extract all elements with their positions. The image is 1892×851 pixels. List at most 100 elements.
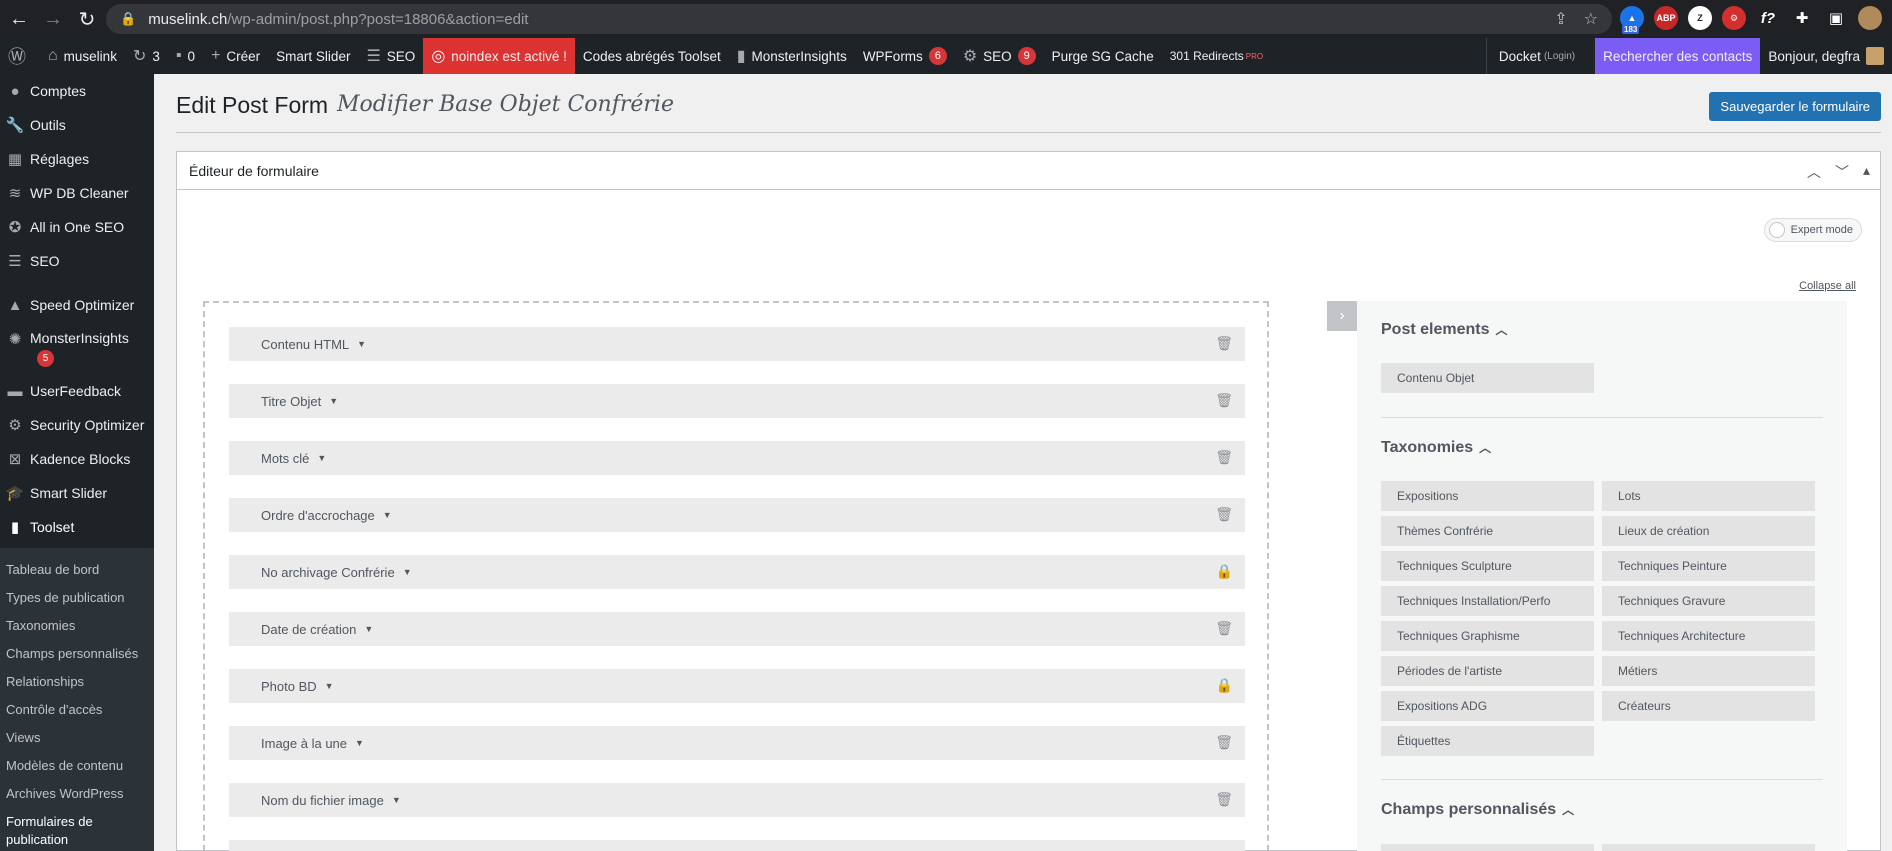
- menu-userfeedback[interactable]: ▬ UserFeedback: [0, 374, 154, 408]
- taxonomy-chip[interactable]: Thèmes Confrérie: [1381, 516, 1594, 546]
- form-field[interactable]: No archivage Confrérie ▼ 🔒: [229, 555, 1245, 589]
- menu-outils[interactable]: 🔧 Outils: [0, 108, 154, 142]
- trash-icon[interactable]: 🗑: [1215, 392, 1233, 409]
- menu-comptes[interactable]: ● Comptes: [0, 74, 154, 108]
- share-icon[interactable]: ⇪: [1554, 9, 1567, 29]
- taxonomy-chip[interactable]: Étiquettes: [1381, 726, 1594, 756]
- caret-down-icon[interactable]: ▼: [329, 396, 338, 406]
- seo-link[interactable]: ☰ SEO: [358, 38, 423, 74]
- form-field[interactable]: Contenu HTML ▼ 🗑: [229, 327, 1245, 361]
- search-contacts-link[interactable]: Rechercher des contacts: [1595, 38, 1761, 74]
- post-element-chip[interactable]: Contenu Objet: [1381, 363, 1594, 393]
- trash-icon[interactable]: 🗑: [1215, 335, 1233, 352]
- back-icon[interactable]: ←: [4, 4, 34, 34]
- taxonomy-chip[interactable]: Techniques Sculpture: [1381, 551, 1594, 581]
- caret-down-icon[interactable]: ▼: [317, 453, 326, 463]
- caret-down-icon[interactable]: ▼: [383, 510, 392, 520]
- caret-down-icon[interactable]: ▼: [392, 795, 401, 805]
- account-menu[interactable]: Bonjour, degfra: [1760, 38, 1892, 74]
- reload-icon[interactable]: ↻: [72, 4, 102, 34]
- taxonomy-chip[interactable]: Techniques Architecture: [1602, 621, 1815, 651]
- comments-link[interactable]: ▪ 0: [168, 38, 203, 74]
- submenu-archives-wordpress[interactable]: Archives WordPress: [0, 780, 154, 808]
- trash-icon[interactable]: 🗑: [1215, 449, 1233, 466]
- trash-icon[interactable]: 🗑: [1215, 620, 1233, 637]
- address-bar[interactable]: 🔒 muselink.ch /wp-admin/post.php?post=18…: [106, 4, 1612, 34]
- menu-aioseo[interactable]: ✪ All in One SEO: [0, 210, 154, 244]
- extensions-puzzle-icon[interactable]: ✚: [1790, 6, 1814, 30]
- form-field[interactable]: Ordre d'accrochage ▼ 🗑: [229, 498, 1245, 532]
- chevron-up-icon[interactable]: ︿: [1479, 441, 1491, 455]
- extension-counter-icon[interactable]: ▲ 183: [1620, 6, 1644, 34]
- submenu-types-de-publication[interactable]: Types de publication: [0, 584, 154, 612]
- custom-field-chip-partial[interactable]: [1381, 844, 1594, 851]
- save-form-button[interactable]: Sauvegarder le formulaire: [1709, 92, 1881, 121]
- forward-icon[interactable]: →: [38, 4, 68, 34]
- extension-fx-icon[interactable]: f?: [1756, 6, 1780, 30]
- submenu-tableau-de-bord[interactable]: Tableau de bord: [0, 556, 154, 584]
- wpforms-link[interactable]: WPForms 6: [855, 38, 955, 74]
- submenu-views[interactable]: Views: [0, 724, 154, 752]
- expert-mode-toggle[interactable]: Expert mode: [1763, 218, 1862, 242]
- new-content-link[interactable]: + Créer: [203, 38, 268, 74]
- menu-toolset[interactable]: ▮ Toolset: [0, 510, 154, 544]
- adblock-icon[interactable]: ABP: [1654, 6, 1678, 30]
- collapse-toggle-icon[interactable]: ▴: [1863, 162, 1870, 182]
- form-name[interactable]: Modifier Base Objet Confrérie: [337, 92, 674, 117]
- chevron-up-icon[interactable]: ︿: [1562, 803, 1574, 817]
- profile-avatar[interactable]: [1858, 6, 1882, 30]
- smart-slider-link[interactable]: Smart Slider: [268, 38, 358, 74]
- submenu-taxonomies[interactable]: Taxonomies: [0, 612, 154, 640]
- menu-monsterinsights[interactable]: ✺ MonsterInsights 5: [0, 322, 154, 374]
- menu-wp-db-cleaner[interactable]: ≋ WP DB Cleaner: [0, 176, 154, 210]
- taxonomy-chip[interactable]: Expositions ADG: [1381, 691, 1594, 721]
- taxonomy-chip[interactable]: Périodes de l'artiste: [1381, 656, 1594, 686]
- taxonomy-chip[interactable]: Créateurs: [1602, 691, 1815, 721]
- purge-cache-link[interactable]: Purge SG Cache: [1044, 38, 1162, 74]
- taxonomy-chip[interactable]: Lots: [1602, 481, 1815, 511]
- form-field[interactable]: Nom du fichier image ▼ 🗑: [229, 783, 1245, 817]
- toolset-shortcodes-link[interactable]: Codes abrégés Toolset: [575, 38, 729, 74]
- taxonomy-chip[interactable]: Techniques Peinture: [1602, 551, 1815, 581]
- form-field[interactable]: Image à la une ▼ 🗑: [229, 726, 1245, 760]
- wp-logo-icon[interactable]: Ⓦ: [0, 38, 40, 74]
- form-field[interactable]: Photo BD ▼ 🔒: [229, 669, 1245, 703]
- submenu-modeles-de-contenu[interactable]: Modèles de contenu: [0, 752, 154, 780]
- submenu-champs-personnalises[interactable]: Champs personnalisés: [0, 640, 154, 668]
- taxonomy-chip[interactable]: Techniques Gravure: [1602, 586, 1815, 616]
- menu-kadence-blocks[interactable]: ⊠ Kadence Blocks: [0, 442, 154, 476]
- taxonomy-chip[interactable]: Techniques Graphisme: [1381, 621, 1594, 651]
- extension-red-icon[interactable]: ⚙: [1722, 6, 1746, 30]
- bookmark-star-icon[interactable]: ☆: [1584, 9, 1598, 29]
- extension-z-icon[interactable]: Z: [1688, 6, 1712, 30]
- form-field[interactable]: Mots clé ▼ 🗑: [229, 441, 1245, 475]
- caret-down-icon[interactable]: ▼: [403, 567, 412, 577]
- submenu-relationships[interactable]: Relationships: [0, 668, 154, 696]
- redirects-link[interactable]: 301 Redirects PRO: [1162, 38, 1271, 74]
- monsterinsights-link[interactable]: ▮ MonsterInsights: [729, 38, 855, 74]
- move-down-icon[interactable]: ﹀: [1835, 162, 1849, 182]
- submenu-formulaires-publication[interactable]: Formulaires de publication: [0, 808, 154, 851]
- noindex-warning[interactable]: ◎ noindex est activé !: [423, 38, 575, 74]
- site-name-link[interactable]: ⌂ muselink: [40, 38, 125, 74]
- submenu-controle-acces[interactable]: Contrôle d'accès: [0, 696, 154, 724]
- updates-link[interactable]: ↻ 3: [125, 38, 168, 74]
- chevron-right-icon[interactable]: ›: [1327, 301, 1357, 331]
- form-field[interactable]: Titre Objet ▼ 🗑: [229, 384, 1245, 418]
- post-elements-heading[interactable]: Post elements ︿: [1381, 321, 1508, 339]
- seo2-link[interactable]: ⚙ SEO 9: [955, 38, 1044, 74]
- menu-speed-optimizer[interactable]: ▲ Speed Optimizer: [0, 288, 154, 322]
- trash-icon[interactable]: 🗑: [1215, 506, 1233, 523]
- caret-down-icon[interactable]: ▼: [355, 738, 364, 748]
- taxonomy-chip[interactable]: Lieux de création: [1602, 516, 1815, 546]
- menu-security-optimizer[interactable]: ⚙ Security Optimizer: [0, 408, 154, 442]
- caret-down-icon[interactable]: ▼: [364, 624, 373, 634]
- menu-smart-slider[interactable]: 🎓 Smart Slider: [0, 476, 154, 510]
- move-up-icon[interactable]: ︿: [1807, 162, 1821, 182]
- custom-field-chip-partial[interactable]: [1602, 844, 1815, 851]
- form-field[interactable]: Date de création ▼ 🗑: [229, 612, 1245, 646]
- custom-fields-heading[interactable]: Champs personnalisés ︿: [1381, 801, 1574, 819]
- taxonomies-heading[interactable]: Taxonomies ︿: [1381, 439, 1491, 457]
- taxonomy-chip[interactable]: Expositions: [1381, 481, 1594, 511]
- form-field-partial[interactable]: [229, 840, 1245, 851]
